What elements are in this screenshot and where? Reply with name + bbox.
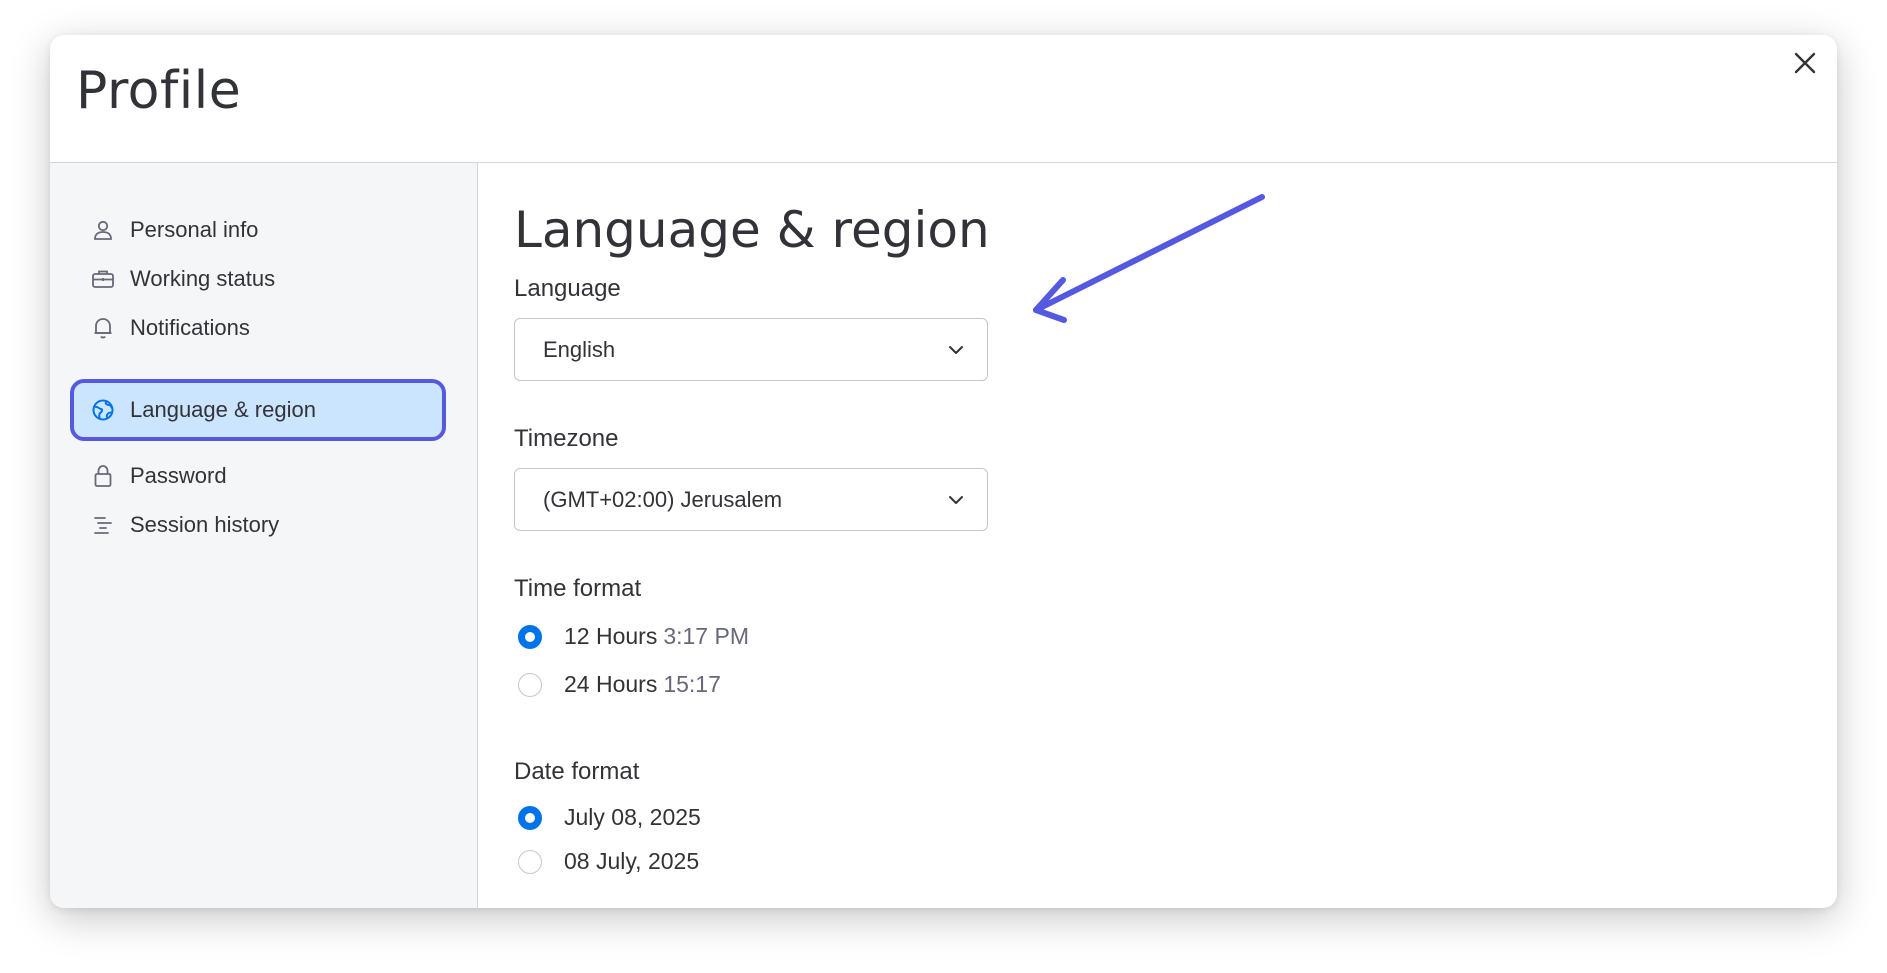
radio-label: July 08, 2025 (564, 804, 701, 830)
sidebar: Personal info Working status Notificatio… (50, 163, 478, 908)
bell-icon (90, 315, 116, 341)
person-icon (90, 217, 116, 243)
language-value: English (543, 336, 616, 362)
radio-unselected[interactable] (518, 849, 542, 874)
sidebar-item-label: Session history (130, 512, 280, 537)
modal-header: Profile (50, 35, 1837, 163)
chevron-down-icon (949, 345, 963, 354)
time-format-label: Time format (514, 575, 642, 602)
section-title: Language & region (514, 201, 990, 259)
lock-icon (90, 463, 116, 489)
modal-title: Profile (76, 61, 242, 121)
chevron-down-icon (949, 495, 963, 504)
radio-selected[interactable] (518, 624, 542, 649)
sidebar-item-label: Working status (130, 266, 276, 291)
sidebar-item-working-status[interactable]: Working status (74, 252, 442, 306)
timezone-value: (GMT+02:00) Jerusalem (543, 486, 783, 512)
profile-modal: Profile Personal info Working status Not… (50, 35, 1837, 908)
close-icon (1794, 52, 1816, 74)
sidebar-item-personal-info[interactable]: Personal info (74, 203, 442, 257)
radio-example: 15:17 (663, 671, 721, 697)
sidebar-item-label: Language & region (130, 397, 316, 422)
time-format-option-12h[interactable]: 12 Hours 3:17 PM (518, 623, 749, 650)
radio-selected[interactable] (518, 805, 542, 830)
radio-label: 12 Hours (564, 623, 658, 649)
radio-example: 3:17 PM (663, 623, 749, 649)
date-format-option-1[interactable]: July 08, 2025 (518, 804, 701, 831)
timezone-label: Timezone (514, 425, 619, 452)
language-label: Language (514, 275, 621, 302)
sidebar-item-language-region[interactable]: Language & region (70, 379, 446, 441)
language-select[interactable]: English (514, 318, 988, 381)
sidebar-item-session-history[interactable]: Session history (74, 498, 442, 552)
list-icon (90, 512, 116, 538)
sidebar-item-password[interactable]: Password (74, 449, 442, 503)
sidebar-item-label: Password (130, 463, 227, 488)
main-content: Language & region Language English Timez… (480, 163, 1837, 908)
globe-icon (90, 397, 116, 423)
radio-label: 24 Hours (564, 671, 658, 697)
briefcase-icon (90, 266, 116, 292)
close-button[interactable] (1783, 41, 1827, 85)
sidebar-item-label: Notifications (130, 315, 250, 340)
sidebar-item-notifications[interactable]: Notifications (74, 301, 442, 355)
radio-label: 08 July, 2025 (564, 848, 700, 874)
date-format-option-2[interactable]: 08 July, 2025 (518, 848, 699, 875)
sidebar-item-label: Personal info (130, 217, 259, 242)
radio-unselected[interactable] (518, 672, 542, 697)
timezone-select[interactable]: (GMT+02:00) Jerusalem (514, 468, 988, 531)
date-format-label: Date format (514, 758, 640, 785)
time-format-option-24h[interactable]: 24 Hours 15:17 (518, 671, 721, 698)
